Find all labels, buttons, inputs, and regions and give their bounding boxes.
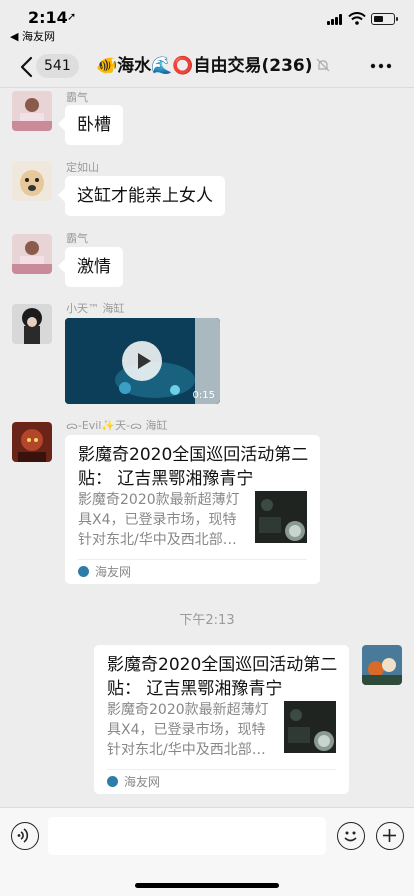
- location-arrow-icon: ➚: [67, 10, 77, 23]
- video-message[interactable]: 0:15: [65, 318, 220, 404]
- card-thumbnail: [255, 491, 307, 543]
- message-text: 激情: [77, 257, 111, 277]
- my-avatar[interactable]: [362, 645, 402, 685]
- message-bubble[interactable]: 卧槽: [65, 105, 123, 145]
- sender-name: ᯅ-Evil✨天-ᯅ 海缸: [66, 419, 168, 432]
- message-input[interactable]: [48, 817, 326, 855]
- card-title: 影魔奇2020全国巡回活动第二贴： 辽吉黑鄂湘豫青宁: [107, 655, 338, 699]
- more-icon[interactable]: [366, 54, 396, 78]
- unread-count-badge[interactable]: 541: [36, 54, 79, 78]
- input-bar: [0, 807, 414, 896]
- card-source: 海友网: [95, 565, 132, 579]
- sender-name: 小天™ 海缸: [66, 302, 125, 315]
- chat-title: 🐠海水🌊⭕自由交易(236): [96, 56, 313, 76]
- source-icon: [107, 776, 118, 787]
- link-card[interactable]: 影魔奇2020全国巡回活动第二贴： 辽吉黑鄂湘豫青宁 影魔奇2020款最新超薄灯…: [65, 435, 320, 584]
- emoji-icon[interactable]: [337, 822, 365, 850]
- voice-icon[interactable]: [11, 822, 39, 850]
- card-title: 影魔奇2020全国巡回活动第二贴： 辽吉黑鄂湘豫青宁: [78, 445, 309, 489]
- avatar[interactable]: [12, 422, 52, 462]
- mute-icon: [316, 58, 330, 72]
- home-indicator: [135, 883, 279, 888]
- link-card[interactable]: 影魔奇2020全国巡回活动第二贴： 辽吉黑鄂湘豫青宁 影魔奇2020款最新超薄灯…: [94, 645, 349, 794]
- avatar[interactable]: [12, 91, 52, 131]
- card-divider: [78, 559, 307, 560]
- plus-icon[interactable]: [376, 822, 404, 850]
- message-bubble[interactable]: 激情: [65, 247, 123, 287]
- sender-name: 定如山: [66, 161, 99, 174]
- timestamp: 下午2:13: [179, 613, 235, 628]
- message-text: 卧槽: [77, 115, 111, 135]
- chat-header: 541 🐠海水🌊⭕自由交易(236): [0, 44, 414, 88]
- play-icon[interactable]: [122, 341, 162, 381]
- avatar[interactable]: [12, 304, 52, 344]
- avatar[interactable]: [12, 234, 52, 274]
- source-icon: [78, 566, 89, 577]
- back-to-app-link[interactable]: ◀ 海友网: [10, 28, 55, 44]
- avatar[interactable]: [12, 161, 52, 201]
- battery-icon: [371, 13, 398, 25]
- sender-name: 霸气: [66, 91, 88, 104]
- chat-messages[interactable]: 霸气 卧槽 定如山 这缸才能亲上女人 霸气 激情 小天™ 海缸 0:15 ᯅ-E…: [0, 89, 414, 807]
- message-text: 这缸才能亲上女人: [77, 186, 213, 206]
- status-bar: 2:14 ➚ ◀ 海友网: [0, 0, 414, 44]
- card-divider: [107, 769, 336, 770]
- card-description: 影魔奇2020款最新超薄灯具X4，已登录市场，现特针对东北/华中及西北部…: [107, 702, 269, 758]
- video-duration: 0:15: [192, 390, 215, 401]
- wifi-icon: [348, 12, 366, 25]
- card-thumbnail: [284, 701, 336, 753]
- message-bubble[interactable]: 这缸才能亲上女人: [65, 176, 225, 216]
- card-source: 海友网: [124, 775, 161, 789]
- card-description: 影魔奇2020款最新超薄灯具X4，已登录市场，现特针对东北/华中及西北部…: [78, 492, 240, 548]
- sender-name: 霸气: [66, 232, 88, 245]
- status-time: 2:14: [28, 8, 68, 27]
- signal-icon: [327, 14, 344, 25]
